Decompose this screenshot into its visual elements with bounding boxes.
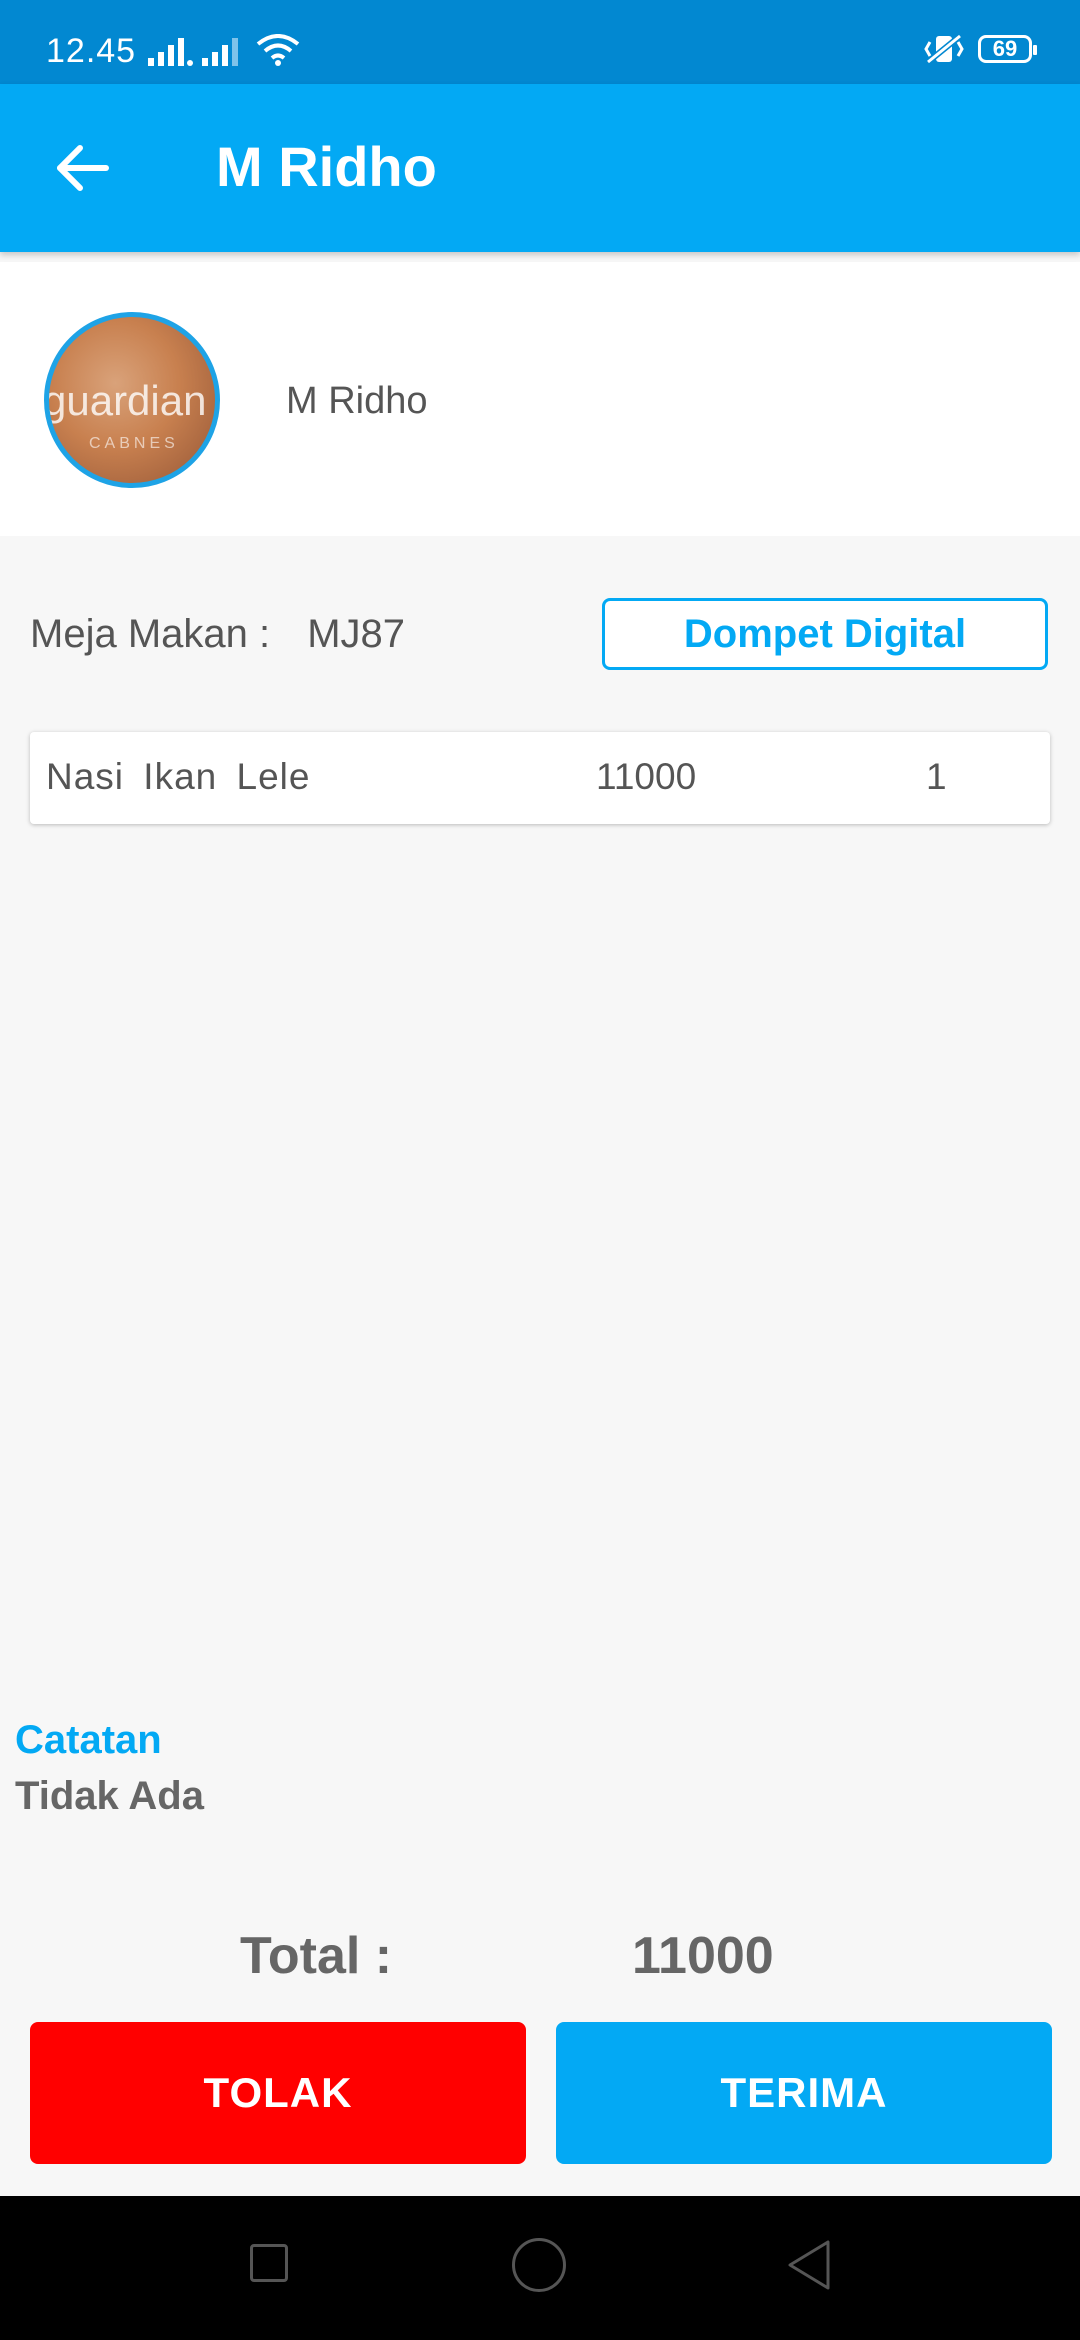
- status-icons-right: 69: [924, 32, 1037, 66]
- wifi-icon: [256, 34, 300, 66]
- table-info: Meja Makan : MJ87: [30, 612, 405, 657]
- signal-icon: [202, 38, 238, 66]
- item-name: Nasi Ikan Lele: [46, 756, 311, 797]
- list-item: Nasi Ikan Lele 11000 1: [30, 732, 1050, 824]
- signal-icon: [148, 38, 193, 66]
- vibrate-icon: [924, 33, 964, 65]
- back-triangle-icon[interactable]: [784, 2238, 834, 2292]
- customer-profile: guardian CABNES M Ridho: [0, 262, 1080, 536]
- battery-icon: 69: [978, 35, 1037, 63]
- total-label: Total :: [240, 1927, 393, 1985]
- notes-title: Catatan: [15, 1718, 162, 1762]
- status-time: 12.45: [46, 32, 137, 70]
- recent-apps-icon[interactable]: [250, 2244, 288, 2282]
- avatar-subtext: CABNES: [89, 435, 179, 452]
- avatar: guardian CABNES: [44, 312, 220, 488]
- avatar-text: guardian: [44, 377, 207, 424]
- arrow-left-icon[interactable]: [50, 136, 114, 200]
- item-quantity: 1: [926, 756, 947, 797]
- app-bar: M Ridho: [0, 84, 1080, 252]
- status-bar: 12.45 69: [0, 0, 1080, 84]
- status-icons-left: [148, 34, 300, 66]
- customer-name: M Ridho: [286, 380, 428, 422]
- accept-button[interactable]: TERIMA: [556, 2022, 1052, 2164]
- payment-method-button[interactable]: Dompet Digital: [602, 598, 1048, 670]
- page-title: M Ridho: [216, 135, 437, 198]
- reject-button[interactable]: TOLAK: [30, 2022, 526, 2164]
- table-value: MJ87: [307, 612, 406, 656]
- navigation-bar: [0, 2196, 1080, 2340]
- table-label: Meja Makan :: [30, 612, 271, 656]
- item-price: 11000: [596, 756, 697, 797]
- total-value: 11000: [632, 1927, 774, 1985]
- home-icon[interactable]: [512, 2238, 566, 2292]
- notes-value: Tidak Ada: [15, 1774, 204, 1818]
- battery-level: 69: [992, 36, 1018, 61]
